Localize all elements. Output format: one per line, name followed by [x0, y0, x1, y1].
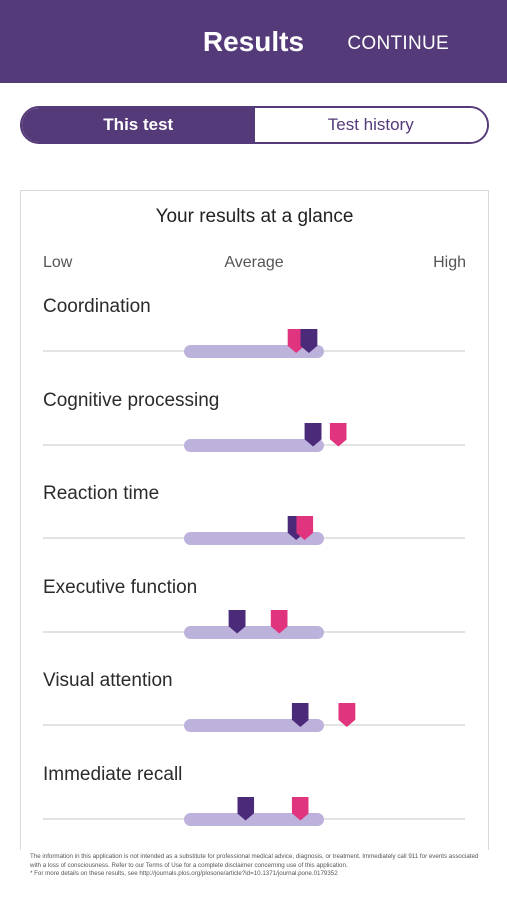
average-range-band	[183, 625, 324, 639]
scale-average-label: Average	[224, 254, 284, 271]
continue-button[interactable]: CONTINUE	[347, 33, 449, 55]
metric-label: Executive function	[43, 576, 198, 598]
metric-row: Reaction time	[21, 483, 488, 577]
metric-label: Visual attention	[43, 670, 173, 691]
metric-label: Reaction time	[43, 483, 160, 504]
tab-test-history[interactable]: Test history	[254, 108, 487, 142]
reference-link-text: * For more details on these results, see…	[30, 870, 338, 877]
metric-label: Cognitive processing	[43, 389, 220, 411]
metric-row: Executive function	[21, 577, 488, 671]
disclaimer-footer: The information in this application is n…	[30, 853, 480, 879]
scale-low-label: Low	[43, 254, 73, 271]
average-range-band	[183, 438, 324, 452]
results-card: Your results at a glance Low Average Hig…	[20, 190, 489, 850]
tab-this-test[interactable]: This test	[22, 108, 255, 142]
metric-label: Immediate recall	[43, 763, 183, 785]
results-heading: Your results at a glance	[155, 206, 354, 227]
metric-row: Coordination	[21, 296, 488, 390]
metric-row: Visual attention	[21, 670, 488, 764]
app-header: Results CONTINUE	[0, 0, 507, 83]
scale-high-label: High	[433, 254, 466, 271]
metric-row: Immediate recall	[21, 764, 488, 858]
disclaimer-text: The information in this application is n…	[30, 853, 479, 869]
metric-row: Cognitive processing	[21, 390, 488, 484]
metric-label: Coordination	[43, 296, 151, 317]
results-tab-switcher: This test Test history	[20, 106, 489, 144]
